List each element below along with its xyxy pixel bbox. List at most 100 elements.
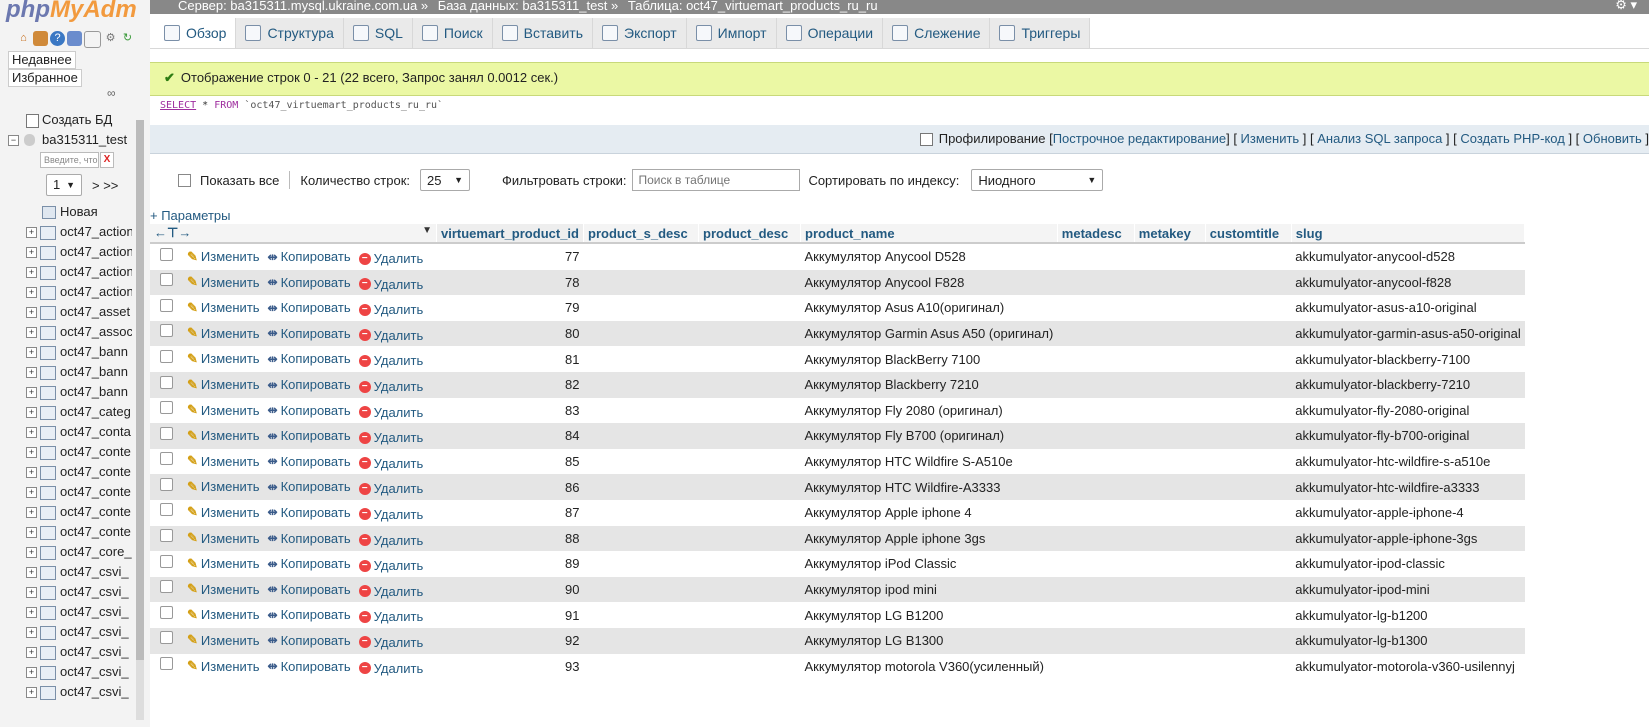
cell-customtitle[interactable]: [1205, 243, 1292, 270]
cell-metadesc[interactable]: [1057, 525, 1135, 552]
copy-row-button[interactable]: ⇹ Копировать: [268, 556, 351, 571]
cell-metadesc[interactable]: [1057, 371, 1135, 398]
cell-metakey[interactable]: [1134, 627, 1206, 654]
cell-product-desc[interactable]: [698, 346, 801, 372]
copy-row-button[interactable]: ⇹ Копировать: [268, 326, 351, 341]
cell-product-id[interactable]: 87: [436, 499, 584, 526]
row-checkbox[interactable]: [160, 605, 173, 619]
cell-product-s-desc[interactable]: [583, 346, 699, 372]
nav-table-item[interactable]: + oct47_conte: [0, 502, 150, 522]
cell-slug[interactable]: akkumulyator-fly-2080-original: [1291, 397, 1525, 424]
sql-select-keyword[interactable]: SELECT: [160, 100, 196, 111]
cell-product-desc[interactable]: [698, 448, 801, 475]
home-icon[interactable]: ⌂: [16, 31, 31, 46]
row-checkbox[interactable]: [160, 529, 173, 543]
cell-product-s-desc[interactable]: [583, 474, 699, 500]
cell-slug[interactable]: akkumulyator-asus-a10-original: [1291, 295, 1525, 321]
edit-row-button[interactable]: ✎ Изменить: [187, 351, 260, 367]
cell-metadesc[interactable]: [1057, 448, 1135, 475]
cell-product-desc[interactable]: [698, 551, 801, 577]
cell-product-name[interactable]: Аккумулятор Anycool F828: [800, 269, 1058, 296]
nav-table-item[interactable]: + oct47_core_: [0, 542, 150, 562]
nav-table-item[interactable]: + oct47_conte: [0, 522, 150, 542]
expand-icon[interactable]: +: [26, 667, 37, 678]
cell-customtitle[interactable]: [1205, 448, 1292, 475]
expand-icon[interactable]: +: [26, 387, 37, 398]
cell-product-desc[interactable]: [698, 653, 801, 680]
settings-icon[interactable]: ⚙: [103, 31, 118, 46]
column-header[interactable]: virtuemart_product_id: [436, 224, 584, 244]
cell-product-s-desc[interactable]: [583, 602, 699, 628]
cell-metakey[interactable]: [1134, 346, 1206, 372]
cell-slug[interactable]: akkumulyator-apple-iphone-4: [1291, 499, 1525, 526]
copy-row-button[interactable]: ⇹ Копировать: [268, 607, 351, 622]
copy-row-button[interactable]: ⇹ Копировать: [268, 454, 351, 469]
logout-icon[interactable]: [33, 31, 48, 46]
delete-row-button[interactable]: − Удалить: [358, 405, 423, 420]
copy-row-button[interactable]: ⇹ Копировать: [268, 403, 351, 418]
cell-metadesc[interactable]: [1057, 653, 1135, 680]
cell-metakey[interactable]: [1134, 653, 1206, 680]
nav-table-item[interactable]: + oct47_csvi_: [0, 582, 150, 602]
cell-product-id[interactable]: 91: [436, 602, 584, 628]
row-checkbox[interactable]: [160, 324, 173, 338]
cell-customtitle[interactable]: [1205, 551, 1292, 577]
row-checkbox[interactable]: [160, 375, 173, 389]
cell-product-desc[interactable]: [698, 243, 801, 270]
row-checkbox[interactable]: [160, 349, 173, 363]
delete-row-button[interactable]: − Удалить: [358, 353, 423, 368]
nav-table-item[interactable]: + oct47_csvi_: [0, 682, 150, 702]
copy-row-button[interactable]: ⇹ Копировать: [268, 505, 351, 520]
expand-icon[interactable]: +: [26, 687, 37, 698]
cell-product-desc[interactable]: [698, 499, 801, 526]
cell-product-id[interactable]: 86: [436, 474, 584, 500]
cell-product-s-desc[interactable]: [583, 269, 699, 296]
cell-product-s-desc[interactable]: [583, 423, 699, 449]
row-checkbox[interactable]: [160, 503, 173, 517]
cell-customtitle[interactable]: [1205, 371, 1292, 398]
edit-row-button[interactable]: ✎ Изменить: [187, 325, 260, 341]
cell-product-desc[interactable]: [698, 371, 801, 398]
cell-customtitle[interactable]: [1205, 576, 1292, 603]
expand-icon[interactable]: +: [26, 427, 37, 438]
tab-insert[interactable]: Вставить: [493, 18, 594, 48]
cell-customtitle[interactable]: [1205, 627, 1292, 654]
cell-metadesc[interactable]: [1057, 627, 1135, 654]
cell-slug[interactable]: akkumulyator-garmin-asus-a50-original: [1291, 320, 1525, 347]
delete-row-button[interactable]: − Удалить: [358, 533, 423, 548]
cell-product-id[interactable]: 79: [436, 295, 584, 321]
row-count-select[interactable]: 25 ▼: [420, 169, 471, 191]
tab-export[interactable]: Экспорт: [593, 18, 687, 48]
column-header[interactable]: metadesc: [1057, 224, 1135, 244]
row-checkbox[interactable]: [160, 554, 173, 568]
cell-metakey[interactable]: [1134, 602, 1206, 628]
cell-product-id[interactable]: 83: [436, 397, 584, 424]
settings-icon[interactable]: ⚙ ▾: [1615, 0, 1637, 11]
cell-product-s-desc[interactable]: [583, 499, 699, 526]
cell-product-name[interactable]: Аккумулятор Garmin Asus A50 (оригинал): [800, 320, 1058, 347]
cell-product-id[interactable]: 77: [436, 243, 584, 270]
reload-icon[interactable]: ↻: [120, 31, 135, 46]
expand-icon[interactable]: +: [26, 347, 37, 358]
nav-table-item[interactable]: + oct47_bann: [0, 362, 150, 382]
docs-icon[interactable]: [67, 31, 82, 46]
cell-product-id[interactable]: 90: [436, 576, 584, 603]
cell-product-name[interactable]: Аккумулятор ipod mini: [800, 576, 1058, 603]
cell-slug[interactable]: akkumulyator-ipod-classic: [1291, 551, 1525, 577]
cell-product-s-desc[interactable]: [583, 551, 699, 577]
explain-link[interactable]: Анализ SQL запроса: [1317, 131, 1442, 146]
cell-slug[interactable]: akkumulyator-htc-wildfire-s-a510e: [1291, 448, 1525, 475]
expand-icon[interactable]: +: [26, 267, 37, 278]
expand-icon[interactable]: +: [26, 487, 37, 498]
cell-metakey[interactable]: [1134, 474, 1206, 500]
cell-slug[interactable]: akkumulyator-fly-b700-original: [1291, 423, 1525, 449]
edit-row-button[interactable]: ✎ Изменить: [187, 402, 260, 418]
database-item[interactable]: − ba315311_test: [0, 130, 150, 150]
cell-metadesc[interactable]: [1057, 602, 1135, 628]
copy-row-button[interactable]: ⇹ Копировать: [268, 377, 351, 392]
cell-metakey[interactable]: [1134, 551, 1206, 577]
sort-index-select[interactable]: Ниодного ▼: [971, 169, 1104, 191]
cell-product-s-desc[interactable]: [583, 243, 699, 270]
cell-product-s-desc[interactable]: [583, 627, 699, 654]
cell-product-s-desc[interactable]: [583, 295, 699, 321]
